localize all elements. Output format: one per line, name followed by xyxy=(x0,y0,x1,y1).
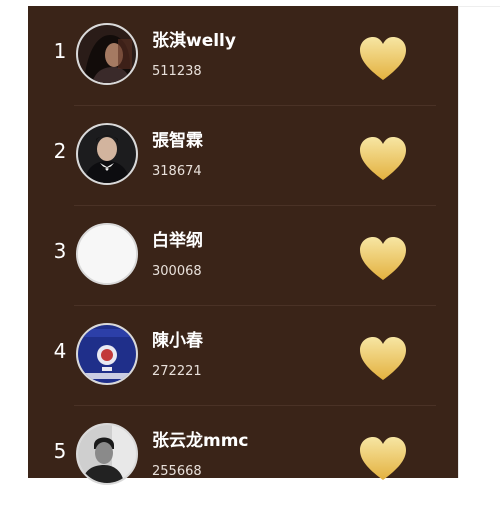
avatar[interactable] xyxy=(76,23,138,85)
heart-icon[interactable] xyxy=(358,236,408,282)
rank-number: 3 xyxy=(53,239,67,263)
avatar[interactable] xyxy=(76,423,138,485)
list-item[interactable]: 1 张淇welly 511238 xyxy=(28,6,458,106)
list-item[interactable]: 5 张云龙mmc 255668 xyxy=(28,406,458,506)
rank-number: 5 xyxy=(53,439,67,463)
ranking-list: 1 张淇welly 511238 2 張智霖 318674 3 白举纲 3000… xyxy=(28,6,458,485)
vote-count: 300068 xyxy=(152,264,202,279)
avatar[interactable] xyxy=(76,223,138,285)
list-item[interactable]: 3 白举纲 300068 xyxy=(28,206,458,306)
user-name: 张淇welly xyxy=(152,31,236,51)
heart-icon[interactable] xyxy=(358,436,408,482)
heart-icon[interactable] xyxy=(358,36,408,82)
user-name: 陳小春 xyxy=(152,331,203,351)
list-item[interactable]: 4 陳小春 272221 xyxy=(28,306,458,406)
vote-count: 318674 xyxy=(152,164,202,179)
avatar[interactable] xyxy=(76,323,138,385)
user-name: 张云龙mmc xyxy=(152,431,249,451)
top-border xyxy=(458,6,500,7)
user-name: 張智霖 xyxy=(152,131,203,151)
rank-number: 1 xyxy=(53,39,67,63)
vote-count: 272221 xyxy=(152,364,202,379)
list-item[interactable]: 2 張智霖 318674 xyxy=(28,106,458,206)
rank-number: 4 xyxy=(53,339,67,363)
heart-icon[interactable] xyxy=(358,336,408,382)
right-border xyxy=(458,6,459,478)
vote-count: 511238 xyxy=(152,64,202,79)
avatar[interactable] xyxy=(76,123,138,185)
heart-icon[interactable] xyxy=(358,136,408,182)
rank-number: 2 xyxy=(53,139,67,163)
user-name: 白举纲 xyxy=(152,231,203,251)
